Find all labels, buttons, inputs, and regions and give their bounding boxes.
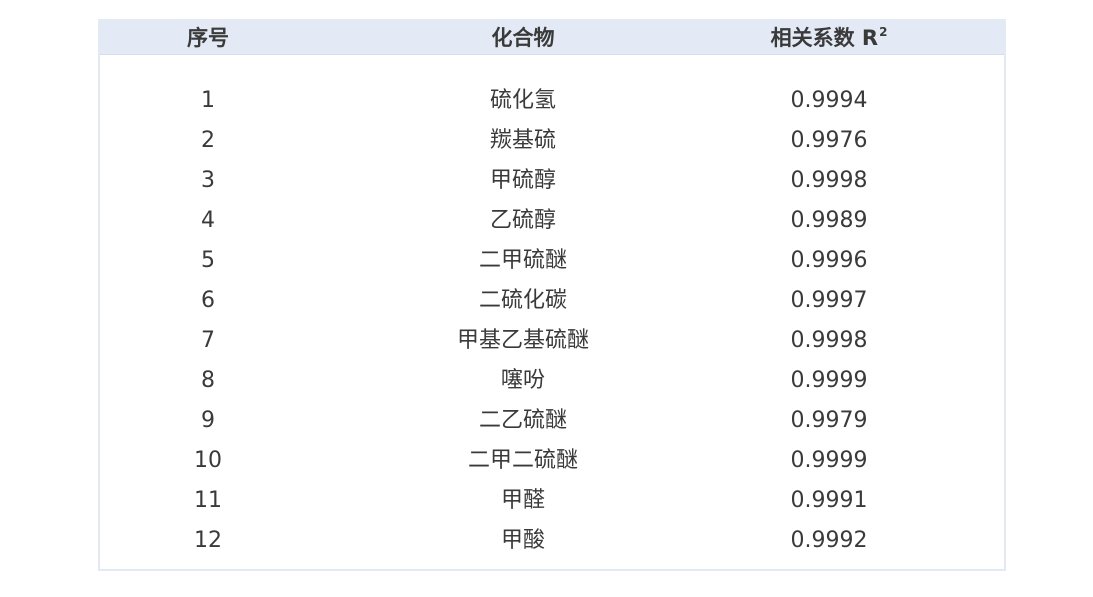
cell-r2: 0.9979 [790, 408, 868, 433]
cell-index: 2 [201, 128, 215, 153]
table-row: 2 羰基硫 0.9976 [100, 121, 1004, 161]
header-r2-superscript: 2 [879, 25, 888, 39]
cell-r2: 0.9998 [790, 328, 868, 353]
table-row: 4 乙硫醇 0.9989 [100, 201, 1004, 241]
cell-compound: 二甲硫醚 [478, 248, 568, 273]
cell-compound: 硫化氢 [489, 88, 557, 113]
cell-compound: 二甲二硫醚 [467, 448, 579, 473]
table-row: 3 甲硫醇 0.9998 [100, 161, 1004, 201]
cell-compound: 二乙硫醚 [478, 408, 568, 433]
cell-compound: 甲酸 [500, 528, 546, 553]
cell-compound: 甲基乙基硫醚 [456, 328, 590, 353]
cell-index: 5 [201, 248, 215, 273]
table-row: 7 甲基乙基硫醚 0.9998 [100, 321, 1004, 361]
table-row: 5 二甲硫醚 0.9996 [100, 241, 1004, 281]
cell-r2: 0.9992 [790, 528, 868, 553]
cell-r2: 0.9997 [790, 288, 868, 313]
cell-index: 9 [201, 408, 215, 433]
cell-index: 6 [201, 288, 215, 313]
cell-r2: 0.9998 [790, 168, 868, 193]
cell-index: 12 [194, 528, 222, 553]
header-compound: 化合物 [491, 26, 555, 50]
cell-r2: 0.9999 [790, 448, 868, 473]
header-r2: 相关系数 R2 [771, 23, 888, 56]
cell-index: 3 [201, 168, 215, 193]
table-row: 6 二硫化碳 0.9997 [100, 281, 1004, 321]
data-table: 序号 化合物 相关系数 R2 1 硫化氢 0.9994 2 羰基硫 0.9976 3 甲硫醇 0… [98, 19, 1006, 571]
cell-compound: 甲硫醇 [489, 168, 557, 193]
table-header-row: 序号 化合物 相关系数 R2 [100, 21, 1004, 55]
cell-index: 4 [201, 208, 215, 233]
cell-index: 11 [194, 488, 222, 513]
cell-r2: 0.9994 [790, 88, 868, 113]
cell-index: 10 [194, 448, 222, 473]
cell-r2: 0.9991 [790, 488, 868, 513]
cell-compound: 噻吩 [500, 368, 546, 393]
table-row: 12 甲酸 0.9992 [100, 521, 1004, 561]
cell-r2: 0.9996 [790, 248, 868, 273]
table-row: 9 二乙硫醚 0.9979 [100, 401, 1004, 441]
cell-index: 1 [201, 88, 215, 113]
cell-r2: 0.9976 [790, 128, 868, 153]
cell-index: 8 [201, 368, 215, 393]
cell-index: 7 [201, 328, 215, 353]
cell-r2: 0.9999 [790, 368, 868, 393]
table-row: 11 甲醛 0.9991 [100, 481, 1004, 521]
cell-r2: 0.9989 [790, 208, 868, 233]
table-row: 8 噻吩 0.9999 [100, 361, 1004, 401]
cell-compound: 甲醛 [500, 488, 546, 513]
table-row: 1 硫化氢 0.9994 [100, 81, 1004, 121]
header-index: 序号 [187, 26, 229, 50]
header-r2-label: 相关系数 R [770, 26, 879, 50]
table-row: 10 二甲二硫醚 0.9999 [100, 441, 1004, 481]
cell-compound: 乙硫醇 [489, 208, 557, 233]
cell-compound: 二硫化碳 [478, 288, 568, 313]
cell-compound: 羰基硫 [489, 128, 557, 153]
